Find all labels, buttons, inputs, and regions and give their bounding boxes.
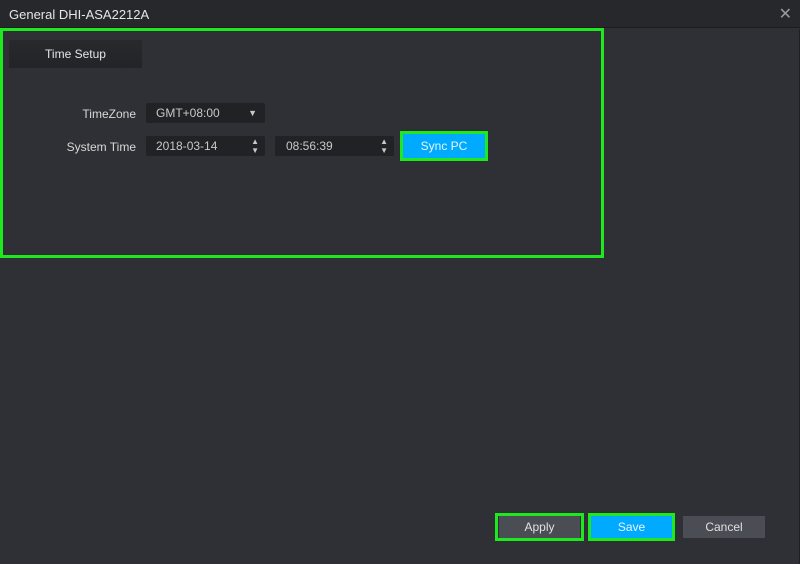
timezone-label: TimeZone [82,107,136,121]
tab-time-setup[interactable]: Time Setup [9,40,142,68]
title-bar: General DHI-ASA2212A ✕ [0,0,800,28]
date-input[interactable]: 2018-03-14 ▲ ▼ [146,136,265,156]
timezone-value: GMT+08:00 [156,106,220,120]
system-time-label: System Time [66,140,136,154]
cancel-button[interactable]: Cancel [683,516,765,538]
time-value: 08:56:39 [286,139,333,153]
apply-button[interactable]: Apply [499,516,580,538]
save-button[interactable]: Save [591,516,672,538]
date-value: 2018-03-14 [156,139,218,153]
chevron-down-icon: ▼ [248,108,257,118]
spinner-icon[interactable]: ▲ ▼ [251,137,259,155]
window-title: General DHI-ASA2212A [9,7,150,22]
spinner-icon[interactable]: ▲ ▼ [380,137,388,155]
sync-pc-button[interactable]: Sync PC [403,134,485,158]
time-input[interactable]: 08:56:39 ▲ ▼ [275,136,394,156]
close-icon[interactable]: ✕ [779,4,792,24]
timezone-select[interactable]: GMT+08:00 ▼ [146,103,265,123]
